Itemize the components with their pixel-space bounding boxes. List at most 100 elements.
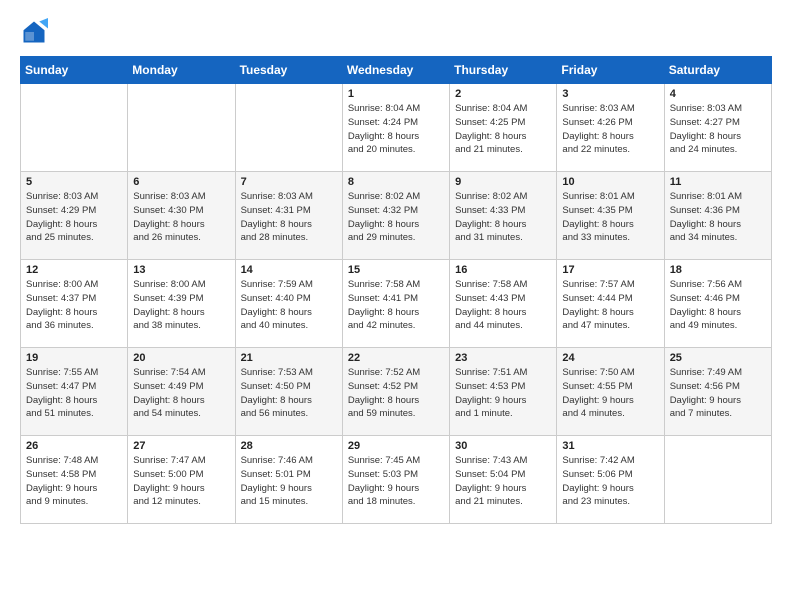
day-info: Sunrise: 8:00 AM Sunset: 4:37 PM Dayligh…	[26, 278, 122, 333]
weekday-header-friday: Friday	[557, 57, 664, 84]
day-number: 22	[348, 352, 444, 364]
calendar-cell: 14 Sunrise: 7:59 AM Sunset: 4:40 PM Dayli…	[235, 260, 342, 348]
day-number: 23	[455, 352, 551, 364]
weekday-header-saturday: Saturday	[664, 57, 771, 84]
calendar-cell: 12 Sunrise: 8:00 AM Sunset: 4:37 PM Dayli…	[21, 260, 128, 348]
calendar-cell	[21, 84, 128, 172]
day-number: 9	[455, 176, 551, 188]
calendar-cell: 28 Sunrise: 7:46 AM Sunset: 5:01 PM Dayli…	[235, 436, 342, 524]
day-info: Sunrise: 8:02 AM Sunset: 4:32 PM Dayligh…	[348, 190, 444, 245]
day-info: Sunrise: 7:57 AM Sunset: 4:44 PM Dayligh…	[562, 278, 658, 333]
day-info: Sunrise: 8:03 AM Sunset: 4:30 PM Dayligh…	[133, 190, 229, 245]
week-row-5: 26 Sunrise: 7:48 AM Sunset: 4:58 PM Dayli…	[21, 436, 772, 524]
calendar-cell: 8 Sunrise: 8:02 AM Sunset: 4:32 PM Daylig…	[342, 172, 449, 260]
calendar-cell: 23 Sunrise: 7:51 AM Sunset: 4:53 PM Dayli…	[450, 348, 557, 436]
day-number: 18	[670, 264, 766, 276]
day-number: 6	[133, 176, 229, 188]
calendar-cell: 11Sunrise: 8:01 AM Sunset: 4:36 PM Dayli…	[664, 172, 771, 260]
logo-icon	[20, 18, 48, 46]
day-number: 3	[562, 88, 658, 100]
calendar-cell: 9 Sunrise: 8:02 AM Sunset: 4:33 PM Daylig…	[450, 172, 557, 260]
week-row-2: 5 Sunrise: 8:03 AM Sunset: 4:29 PM Daylig…	[21, 172, 772, 260]
day-info: Sunrise: 7:52 AM Sunset: 4:52 PM Dayligh…	[348, 366, 444, 421]
day-info: Sunrise: 8:04 AM Sunset: 4:25 PM Dayligh…	[455, 102, 551, 157]
weekday-header-monday: Monday	[128, 57, 235, 84]
day-info: Sunrise: 7:48 AM Sunset: 4:58 PM Dayligh…	[26, 454, 122, 509]
day-number: 31	[562, 440, 658, 452]
day-info: Sunrise: 7:46 AM Sunset: 5:01 PM Dayligh…	[241, 454, 337, 509]
calendar-cell: 25 Sunrise: 7:49 AM Sunset: 4:56 PM Dayli…	[664, 348, 771, 436]
header	[20, 18, 772, 46]
day-info: Sunrise: 7:58 AM Sunset: 4:41 PM Dayligh…	[348, 278, 444, 333]
calendar-cell: 7Sunrise: 8:03 AM Sunset: 4:31 PM Daylig…	[235, 172, 342, 260]
page: SundayMondayTuesdayWednesdayThursdayFrid…	[0, 0, 792, 612]
calendar-cell: 19 Sunrise: 7:55 AM Sunset: 4:47 PM Dayli…	[21, 348, 128, 436]
day-number: 2	[455, 88, 551, 100]
weekday-header-thursday: Thursday	[450, 57, 557, 84]
day-info: Sunrise: 7:42 AM Sunset: 5:06 PM Dayligh…	[562, 454, 658, 509]
day-info: Sunrise: 7:49 AM Sunset: 4:56 PM Dayligh…	[670, 366, 766, 421]
day-number: 24	[562, 352, 658, 364]
calendar-cell: 27Sunrise: 7:47 AM Sunset: 5:00 PM Dayli…	[128, 436, 235, 524]
calendar-cell: 18 Sunrise: 7:56 AM Sunset: 4:46 PM Dayli…	[664, 260, 771, 348]
day-number: 11	[670, 176, 766, 188]
day-info: Sunrise: 7:50 AM Sunset: 4:55 PM Dayligh…	[562, 366, 658, 421]
day-info: Sunrise: 8:01 AM Sunset: 4:35 PM Dayligh…	[562, 190, 658, 245]
day-info: Sunrise: 8:04 AM Sunset: 4:24 PM Dayligh…	[348, 102, 444, 157]
calendar-cell: 10Sunrise: 8:01 AM Sunset: 4:35 PM Dayli…	[557, 172, 664, 260]
day-number: 20	[133, 352, 229, 364]
weekday-row: SundayMondayTuesdayWednesdayThursdayFrid…	[21, 57, 772, 84]
day-info: Sunrise: 7:55 AM Sunset: 4:47 PM Dayligh…	[26, 366, 122, 421]
weekday-header-sunday: Sunday	[21, 57, 128, 84]
calendar-table: SundayMondayTuesdayWednesdayThursdayFrid…	[20, 56, 772, 524]
day-number: 25	[670, 352, 766, 364]
day-number: 12	[26, 264, 122, 276]
day-info: Sunrise: 7:53 AM Sunset: 4:50 PM Dayligh…	[241, 366, 337, 421]
day-number: 8	[348, 176, 444, 188]
calendar-cell: 30 Sunrise: 7:43 AM Sunset: 5:04 PM Dayli…	[450, 436, 557, 524]
day-number: 17	[562, 264, 658, 276]
day-info: Sunrise: 7:43 AM Sunset: 5:04 PM Dayligh…	[455, 454, 551, 509]
day-number: 28	[241, 440, 337, 452]
day-number: 30	[455, 440, 551, 452]
day-info: Sunrise: 8:03 AM Sunset: 4:26 PM Dayligh…	[562, 102, 658, 157]
weekday-header-tuesday: Tuesday	[235, 57, 342, 84]
calendar-cell: 17 Sunrise: 7:57 AM Sunset: 4:44 PM Dayli…	[557, 260, 664, 348]
calendar-cell: 15Sunrise: 7:58 AM Sunset: 4:41 PM Dayli…	[342, 260, 449, 348]
day-number: 21	[241, 352, 337, 364]
day-number: 26	[26, 440, 122, 452]
week-row-4: 19 Sunrise: 7:55 AM Sunset: 4:47 PM Dayli…	[21, 348, 772, 436]
calendar-cell: 2 Sunrise: 8:04 AM Sunset: 4:25 PM Daylig…	[450, 84, 557, 172]
calendar-cell: 20 Sunrise: 7:54 AM Sunset: 4:49 PM Dayli…	[128, 348, 235, 436]
week-row-3: 12 Sunrise: 8:00 AM Sunset: 4:37 PM Dayli…	[21, 260, 772, 348]
logo	[20, 18, 52, 46]
day-info: Sunrise: 7:51 AM Sunset: 4:53 PM Dayligh…	[455, 366, 551, 421]
day-number: 14	[241, 264, 337, 276]
day-info: Sunrise: 7:54 AM Sunset: 4:49 PM Dayligh…	[133, 366, 229, 421]
day-info: Sunrise: 8:02 AM Sunset: 4:33 PM Dayligh…	[455, 190, 551, 245]
calendar-cell: 6 Sunrise: 8:03 AM Sunset: 4:30 PM Daylig…	[128, 172, 235, 260]
day-number: 4	[670, 88, 766, 100]
day-info: Sunrise: 7:58 AM Sunset: 4:43 PM Dayligh…	[455, 278, 551, 333]
day-number: 7	[241, 176, 337, 188]
week-row-1: 1Sunrise: 8:04 AM Sunset: 4:24 PM Daylig…	[21, 84, 772, 172]
calendar-cell: 21 Sunrise: 7:53 AM Sunset: 4:50 PM Dayli…	[235, 348, 342, 436]
day-number: 5	[26, 176, 122, 188]
calendar-cell: 13Sunrise: 8:00 AM Sunset: 4:39 PM Dayli…	[128, 260, 235, 348]
calendar-cell: 24 Sunrise: 7:50 AM Sunset: 4:55 PM Dayli…	[557, 348, 664, 436]
calendar-cell: 5 Sunrise: 8:03 AM Sunset: 4:29 PM Daylig…	[21, 172, 128, 260]
calendar-cell: 31 Sunrise: 7:42 AM Sunset: 5:06 PM Dayli…	[557, 436, 664, 524]
calendar-cell: 16Sunrise: 7:58 AM Sunset: 4:43 PM Dayli…	[450, 260, 557, 348]
day-info: Sunrise: 8:03 AM Sunset: 4:29 PM Dayligh…	[26, 190, 122, 245]
calendar-cell: 3 Sunrise: 8:03 AM Sunset: 4:26 PM Daylig…	[557, 84, 664, 172]
day-info: Sunrise: 7:59 AM Sunset: 4:40 PM Dayligh…	[241, 278, 337, 333]
day-info: Sunrise: 8:03 AM Sunset: 4:27 PM Dayligh…	[670, 102, 766, 157]
calendar-cell: 1Sunrise: 8:04 AM Sunset: 4:24 PM Daylig…	[342, 84, 449, 172]
calendar-cell: 26 Sunrise: 7:48 AM Sunset: 4:58 PM Dayli…	[21, 436, 128, 524]
calendar-cell	[235, 84, 342, 172]
weekday-header-wednesday: Wednesday	[342, 57, 449, 84]
calendar-cell: 29Sunrise: 7:45 AM Sunset: 5:03 PM Dayli…	[342, 436, 449, 524]
day-info: Sunrise: 7:56 AM Sunset: 4:46 PM Dayligh…	[670, 278, 766, 333]
day-info: Sunrise: 7:45 AM Sunset: 5:03 PM Dayligh…	[348, 454, 444, 509]
day-number: 19	[26, 352, 122, 364]
